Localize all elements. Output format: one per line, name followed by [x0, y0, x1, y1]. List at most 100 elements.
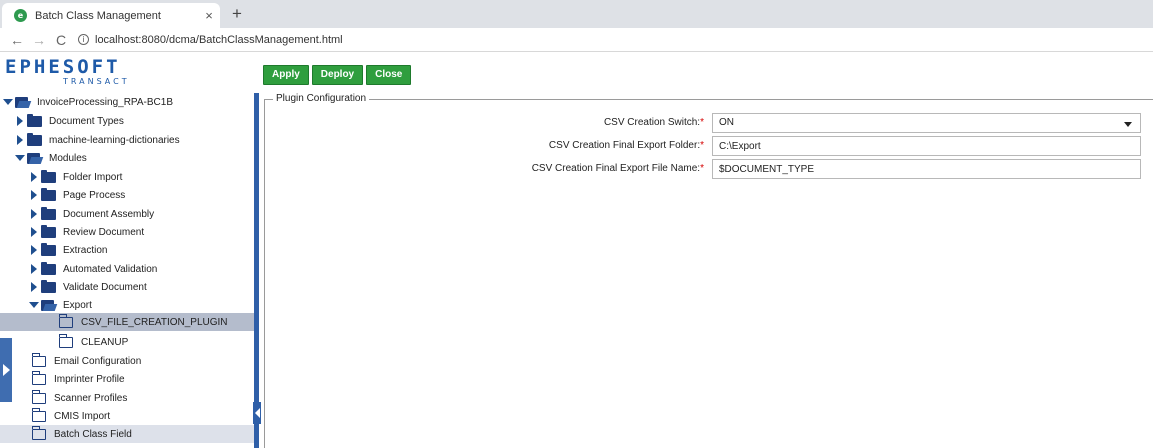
tree-item-label: Scanner Profiles — [54, 392, 128, 404]
tree-item-label: CSV_FILE_CREATION_PLUGIN — [81, 316, 228, 328]
url-text: localhost:8080/dcma/BatchClassManagement… — [95, 33, 343, 46]
toolbar: Apply Deploy Close — [263, 65, 412, 85]
tab-close-icon[interactable]: × — [198, 8, 220, 23]
expanded-arrow-icon[interactable] — [3, 99, 13, 105]
deploy-button[interactable]: Deploy — [311, 65, 364, 85]
apply-button[interactable]: Apply — [263, 65, 309, 85]
ephesoft-logo: EPHESOFT TRANSACT — [5, 58, 165, 87]
folder-icon — [41, 242, 56, 256]
tree-item-scanner-profiles[interactable]: Scanner Profiles — [0, 389, 254, 407]
tree-item-export[interactable]: Export — [0, 296, 254, 314]
collapsed-arrow-icon[interactable] — [31, 209, 37, 219]
export-folder-input[interactable] — [712, 136, 1141, 156]
tree-item-batch-class-field[interactable]: Batch Class Field — [0, 425, 254, 443]
expanded-arrow-icon[interactable] — [15, 155, 25, 161]
export-filename-label: CSV Creation Final Export File Name:* — [531, 163, 704, 174]
main-panel: Plugin Configuration CSV Creation Switch… — [259, 93, 1153, 448]
tree-item-extraction[interactable]: Extraction — [0, 241, 254, 259]
tree-item-email-configuration[interactable]: Email Configuration — [0, 352, 254, 370]
tree-item-document-assembly[interactable]: Document Assembly — [0, 205, 254, 223]
folder-outline-icon — [31, 390, 46, 404]
expand-arrow-icon — [2, 364, 10, 376]
folder-icon — [41, 187, 56, 201]
collapsed-arrow-icon[interactable] — [17, 116, 23, 126]
tree-item-document-types[interactable]: Document Types — [0, 112, 254, 130]
folder-open-icon — [27, 152, 42, 164]
browser-tab[interactable]: e Batch Class Management × — [2, 3, 220, 28]
address-bar: ← → C i localhost:8080/dcma/BatchClassMa… — [0, 28, 1153, 52]
url-field[interactable]: i localhost:8080/dcma/BatchClassManageme… — [78, 34, 343, 46]
tree-item-label: Imprinter Profile — [54, 373, 125, 385]
site-info-icon[interactable]: i — [78, 34, 89, 45]
tree-item-label: Batch Class Field — [54, 428, 132, 440]
csv-switch-select[interactable]: ON — [712, 113, 1141, 133]
tree-item-root[interactable]: InvoiceProcessing_RPA-BC1B — [0, 93, 254, 111]
back-arrow-icon[interactable]: ← — [6, 32, 28, 48]
tree-item-imprinter-profile[interactable]: Imprinter Profile — [0, 370, 254, 388]
dropdown-caret-icon — [1124, 122, 1132, 127]
tree-item-folder-import[interactable]: Folder Import — [0, 168, 254, 186]
folder-outline-icon — [31, 371, 46, 385]
tree-item-automated-validation[interactable]: Automated Validation — [0, 260, 254, 278]
tree-item-label: Email Configuration — [54, 355, 142, 367]
csv-switch-row: CSV Creation Switch:* ON — [265, 113, 1153, 133]
tree-item-label: Automated Validation — [63, 263, 158, 275]
tree-item-ml-dictionaries[interactable]: machine-learning-dictionaries — [0, 131, 254, 149]
tree-item-cmis-import[interactable]: CMIS Import — [0, 407, 254, 425]
export-folder-row: CSV Creation Final Export Folder:* — [265, 136, 1153, 156]
folder-icon — [27, 113, 42, 127]
export-filename-input[interactable] — [712, 159, 1141, 179]
reload-icon[interactable]: C — [50, 32, 72, 48]
folder-icon — [41, 169, 56, 183]
forward-arrow-icon[interactable]: → — [28, 32, 50, 48]
export-folder-label: CSV Creation Final Export Folder:* — [548, 140, 704, 151]
tree-item-label: Document Types — [49, 115, 124, 127]
tree-item-label: machine-learning-dictionaries — [49, 134, 180, 146]
collapsed-arrow-icon[interactable] — [31, 227, 37, 237]
logo-sub-text: TRANSACT — [63, 77, 130, 86]
tree-item-label: InvoiceProcessing_RPA-BC1B — [37, 96, 173, 108]
tree-item-label: CMIS Import — [54, 410, 111, 422]
tree-item-modules[interactable]: Modules — [0, 149, 254, 167]
tree-item-cleanup[interactable]: CLEANUP — [0, 333, 254, 351]
folder-open-icon — [15, 96, 30, 108]
collapsed-arrow-icon[interactable] — [17, 135, 23, 145]
tree-item-page-process[interactable]: Page Process — [0, 186, 254, 204]
plugin-configuration-fieldset: Plugin Configuration CSV Creation Switch… — [264, 93, 1153, 448]
tree-item-label: Validate Document — [63, 281, 147, 293]
tree-item-label: Document Assembly — [63, 208, 155, 220]
folder-icon — [41, 261, 56, 275]
collapsed-arrow-icon[interactable] — [31, 190, 37, 200]
tree-item-label: Review Document — [63, 226, 145, 238]
expand-panel-tab[interactable] — [0, 338, 12, 402]
tree-item-label: Extraction — [63, 244, 108, 256]
collapsed-arrow-icon[interactable] — [31, 245, 37, 255]
tree-item-label: CLEANUP — [81, 336, 129, 348]
batch-class-tree: InvoiceProcessing_RPA-BC1B Document Type… — [0, 93, 254, 448]
folder-icon — [41, 206, 56, 220]
fieldset-legend: Plugin Configuration — [273, 93, 370, 104]
folder-icon — [41, 224, 56, 238]
tree-item-validate-document[interactable]: Validate Document — [0, 278, 254, 296]
tab-title: Batch Class Management — [35, 9, 161, 22]
collapsed-arrow-icon[interactable] — [31, 282, 37, 292]
ephesoft-favicon-icon: e — [14, 9, 27, 22]
export-filename-row: CSV Creation Final Export File Name:* — [265, 159, 1153, 179]
tree-item-review-document[interactable]: Review Document — [0, 223, 254, 241]
close-button[interactable]: Close — [366, 65, 412, 85]
folder-outline-icon — [58, 334, 73, 348]
tree-item-csv-plugin[interactable]: CSV_FILE_CREATION_PLUGIN — [0, 313, 254, 331]
browser-tabstrip: e Batch Class Management × + — [0, 0, 1153, 28]
folder-icon — [27, 132, 42, 146]
collapsed-arrow-icon[interactable] — [31, 264, 37, 274]
new-tab-icon[interactable]: + — [226, 4, 248, 24]
tree-item-label: Modules — [49, 152, 87, 164]
expanded-arrow-icon[interactable] — [29, 302, 39, 308]
folder-icon — [41, 279, 56, 293]
folder-outline-icon — [31, 426, 46, 440]
csv-switch-value: ON — [719, 117, 734, 128]
tree-item-label: Page Process — [63, 189, 126, 201]
folder-outline-icon — [31, 353, 46, 367]
csv-switch-label: CSV Creation Switch:* — [603, 117, 704, 128]
collapsed-arrow-icon[interactable] — [31, 172, 37, 182]
